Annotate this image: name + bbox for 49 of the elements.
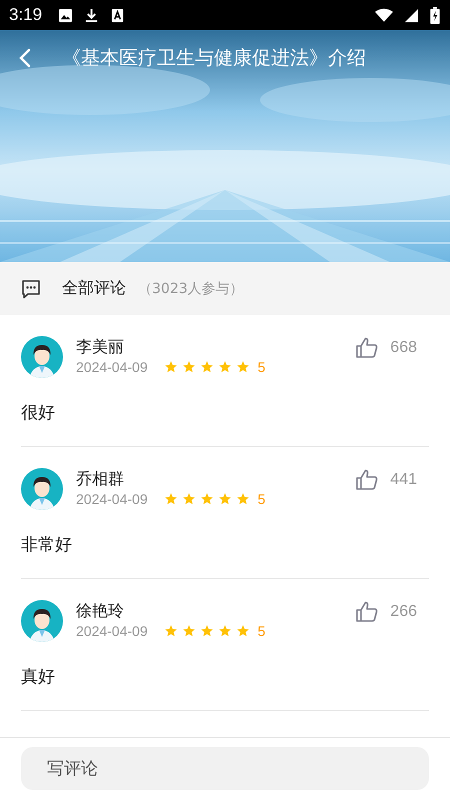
rating-value: 5 bbox=[258, 359, 266, 375]
star-icon bbox=[200, 492, 214, 506]
section-title: 全部评论 bbox=[62, 278, 126, 299]
page-title: 《基本医疗卫生与健康促进法》介绍 bbox=[62, 46, 366, 71]
comment-icon bbox=[21, 278, 41, 298]
star-icon bbox=[182, 624, 196, 638]
back-icon[interactable] bbox=[19, 48, 31, 68]
comment-input[interactable]: 写评论 bbox=[21, 747, 429, 790]
like-count: 668 bbox=[390, 339, 417, 357]
star-icon bbox=[164, 360, 178, 374]
rating-value: 5 bbox=[258, 623, 266, 639]
comment-date: 2024-04-09 bbox=[76, 491, 148, 507]
like-count: 441 bbox=[390, 471, 417, 489]
battery-icon bbox=[430, 6, 440, 24]
comment-text: 非常好 bbox=[21, 534, 73, 556]
participant-count: （3023人参与） bbox=[138, 280, 244, 298]
star-icon bbox=[164, 624, 178, 638]
star-icon bbox=[164, 492, 178, 506]
avatar-icon bbox=[21, 336, 63, 378]
star-icon bbox=[182, 360, 196, 374]
star-icon bbox=[236, 492, 250, 506]
avatar-icon bbox=[21, 468, 63, 510]
image-icon bbox=[58, 8, 74, 22]
font-icon bbox=[110, 8, 126, 22]
star-icon bbox=[236, 360, 250, 374]
like-count: 266 bbox=[390, 603, 417, 621]
comment-date: 2024-04-09 bbox=[76, 623, 148, 639]
star-icon bbox=[218, 624, 232, 638]
thumbs-up-icon[interactable] bbox=[355, 468, 380, 492]
star-icon bbox=[218, 360, 232, 374]
thumbs-up-icon[interactable] bbox=[355, 336, 380, 360]
download-icon bbox=[84, 8, 100, 22]
user-name: 李美丽 bbox=[76, 336, 125, 358]
star-icon bbox=[182, 492, 196, 506]
avatar-icon bbox=[21, 600, 63, 642]
star-icon bbox=[218, 492, 232, 506]
status-time: 3:19 bbox=[9, 5, 42, 25]
rating-value: 5 bbox=[258, 491, 266, 507]
star-icon bbox=[236, 624, 250, 638]
star-icon bbox=[200, 624, 214, 638]
star-icon bbox=[200, 360, 214, 374]
comment-text: 很好 bbox=[21, 402, 56, 424]
thumbs-up-icon[interactable] bbox=[355, 600, 380, 624]
user-name: 徐艳玲 bbox=[76, 600, 125, 622]
signal-icon bbox=[404, 8, 419, 22]
comment-text: 真好 bbox=[21, 666, 56, 688]
comment-date: 2024-04-09 bbox=[76, 359, 148, 375]
wifi-icon bbox=[375, 8, 393, 22]
user-name: 乔相群 bbox=[76, 468, 125, 490]
